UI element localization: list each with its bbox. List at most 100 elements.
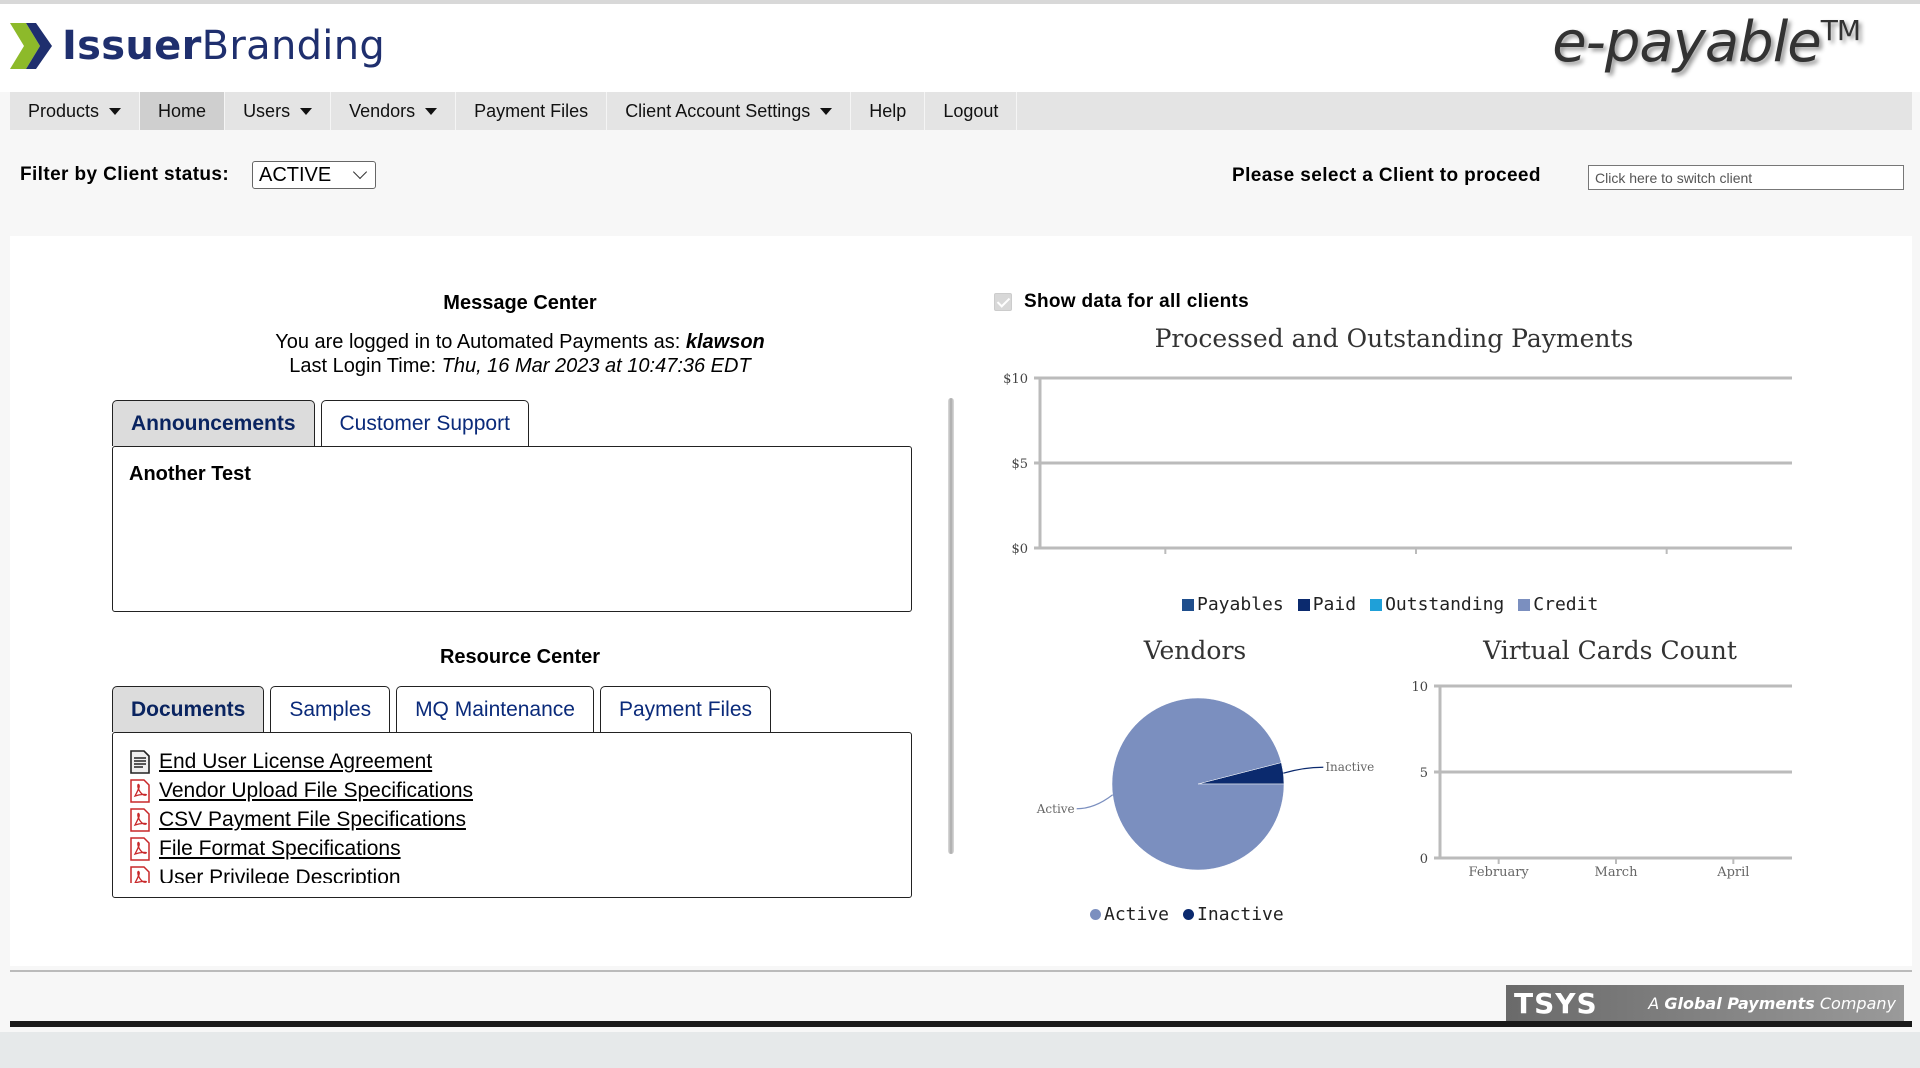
legend-label: Paid: [1312, 594, 1357, 615]
legend-swatch: [1518, 598, 1531, 611]
payments-legend: Payables Paid Outstanding Credit: [1182, 594, 1612, 615]
legend-item: Payables: [1182, 594, 1284, 615]
document-link[interactable]: User Privilege Description: [159, 866, 401, 883]
nav-vendors[interactable]: Vendors: [331, 92, 457, 130]
y-tick-label: $5: [1011, 457, 1028, 472]
y-tick-label: $0: [1011, 542, 1028, 556]
nav-home[interactable]: Home: [140, 92, 226, 130]
cards-chart-title: Virtual Cards Count: [1483, 636, 1737, 665]
document-link[interactable]: CSV Payment File Specifications: [159, 808, 466, 832]
page: IssuerBranding e-payableTM Products Home U…: [0, 4, 1920, 1032]
x-tick-label: February: [1135, 555, 1196, 556]
message-center-title: Message Center: [443, 292, 597, 314]
tag-bold: Global Payments: [1664, 993, 1815, 1013]
document-link[interactable]: File Format Specifications: [159, 837, 401, 861]
nav-label: Payment Files: [474, 100, 589, 121]
tsys-brand: TSYS: [1514, 986, 1598, 1020]
x-tick-label: March: [1595, 865, 1639, 880]
nav-help[interactable]: Help: [851, 92, 926, 130]
logo-chevron-icon: [10, 23, 52, 69]
tab-customer-support[interactable]: Customer Support: [320, 400, 529, 446]
document-item: CSV Payment File Specifications: [129, 803, 901, 832]
client-status-select[interactable]: ACTIVE: [252, 161, 376, 189]
announcements-box: Another Test: [112, 446, 912, 612]
filter-label: Filter by Client status:: [20, 164, 230, 185]
legend-swatch: [1370, 598, 1383, 611]
document-link[interactable]: End User License Agreement: [159, 750, 432, 774]
legend-swatch: [1090, 909, 1101, 920]
tsys-logo: TSYS A Global Payments Company: [1506, 985, 1904, 1021]
pdf-icon: [130, 779, 150, 803]
message-tabs: Announcements Customer Support: [112, 400, 535, 446]
x-tick-label: April: [1716, 865, 1749, 880]
login-info: You are logged in to Automated Payments …: [120, 330, 920, 378]
tab-documents[interactable]: Documents: [112, 686, 265, 732]
legend-label: Outstanding: [1385, 594, 1505, 615]
product-logo: e-payableTM: [1552, 10, 1861, 75]
document-list: End User License Agreement Vendor Upload …: [129, 745, 901, 883]
tag-prefix: A: [1648, 993, 1660, 1013]
nav-products[interactable]: Products: [10, 92, 141, 130]
document-link[interactable]: Vendor Upload File Specifications: [159, 779, 473, 803]
payments-chart-title: Processed and Outstanding Payments: [1154, 324, 1634, 353]
tsys-tagline: A Global Payments Company: [1648, 994, 1896, 1013]
document-item: File Format Specifications: [129, 832, 901, 861]
show-all-checkbox[interactable]: [994, 293, 1012, 311]
y-tick-label: 0: [1420, 852, 1428, 867]
legend-label: Credit: [1533, 594, 1599, 615]
nav-client-account-settings[interactable]: Client Account Settings: [607, 92, 852, 130]
client-switch-input[interactable]: [1588, 165, 1904, 190]
nav-label: Users: [243, 100, 291, 121]
main-nav: Products Home Users Vendors Payment Files Cli…: [10, 92, 1912, 130]
tab-samples[interactable]: Samples: [270, 686, 391, 732]
legend-item: Outstanding: [1370, 594, 1504, 615]
issuer-logo: IssuerBranding: [10, 16, 385, 76]
nav-label: Client Account Settings: [625, 100, 811, 121]
logged-in-prefix: You are logged in to Automated Payments …: [275, 331, 681, 353]
legend-swatch: [1183, 909, 1195, 920]
caret-down-icon: [300, 107, 313, 115]
nav-logout[interactable]: Logout: [925, 92, 1018, 130]
pdf-icon: [130, 866, 150, 883]
document-item: End User License Agreement: [129, 745, 901, 774]
x-tick-label: February: [1469, 865, 1530, 880]
tab-mq-maintenance[interactable]: MQ Maintenance: [396, 686, 594, 732]
tab-announcements[interactable]: Announcements: [112, 400, 315, 446]
pie-leader-line: [1076, 794, 1114, 810]
pdf-icon: [130, 808, 150, 832]
caret-down-icon: [820, 107, 833, 115]
x-tick-label: April: [1650, 555, 1683, 556]
virtual-cards-chart: 0 5 10 February March April: [1411, 680, 1792, 880]
client-prompt: Please select a Client to proceed: [1232, 165, 1541, 186]
legend-item: Credit: [1518, 594, 1598, 615]
show-all-row: Show data for all clients: [994, 291, 1249, 313]
nav-payment-files[interactable]: Payment Files: [456, 92, 608, 130]
pie-slice-active: [1111, 697, 1285, 871]
x-tick-label: March: [1395, 555, 1439, 556]
product-name: e-payable: [1552, 10, 1822, 75]
resource-center-title: Resource Center: [439, 646, 601, 668]
pdf-icon: [130, 837, 150, 861]
y-tick-label: $10: [1003, 372, 1028, 387]
legend-swatch: [1297, 598, 1310, 611]
payments-chart: $0 $5 $10 February March April: [1003, 372, 1792, 556]
nav-label: Vendors: [349, 100, 416, 121]
nav-label: Help: [869, 100, 907, 121]
client-status-value: ACTIVE: [259, 163, 332, 186]
chevron-down-icon: [352, 164, 368, 180]
last-login-value: Thu, 16 Mar 2023 at 10:47:36 EDT: [441, 355, 751, 377]
username: klawson: [685, 331, 765, 353]
tab-payment-files[interactable]: Payment Files: [599, 686, 772, 732]
pie-leader-line: [1283, 766, 1324, 774]
legend-label: Active: [1104, 904, 1170, 925]
logo-text-bold: Issuer: [62, 23, 202, 69]
document-icon: [130, 750, 150, 774]
caret-down-icon: [425, 107, 438, 115]
nav-users[interactable]: Users: [225, 92, 332, 130]
pie-slice-label: Inactive: [1325, 760, 1374, 774]
legend-item: Paid: [1297, 594, 1357, 615]
logo-text-light: Branding: [201, 23, 386, 69]
footer-bar: [10, 1021, 1912, 1027]
y-tick-label: 10: [1411, 680, 1428, 695]
show-all-label: Show data for all clients: [1024, 291, 1249, 312]
